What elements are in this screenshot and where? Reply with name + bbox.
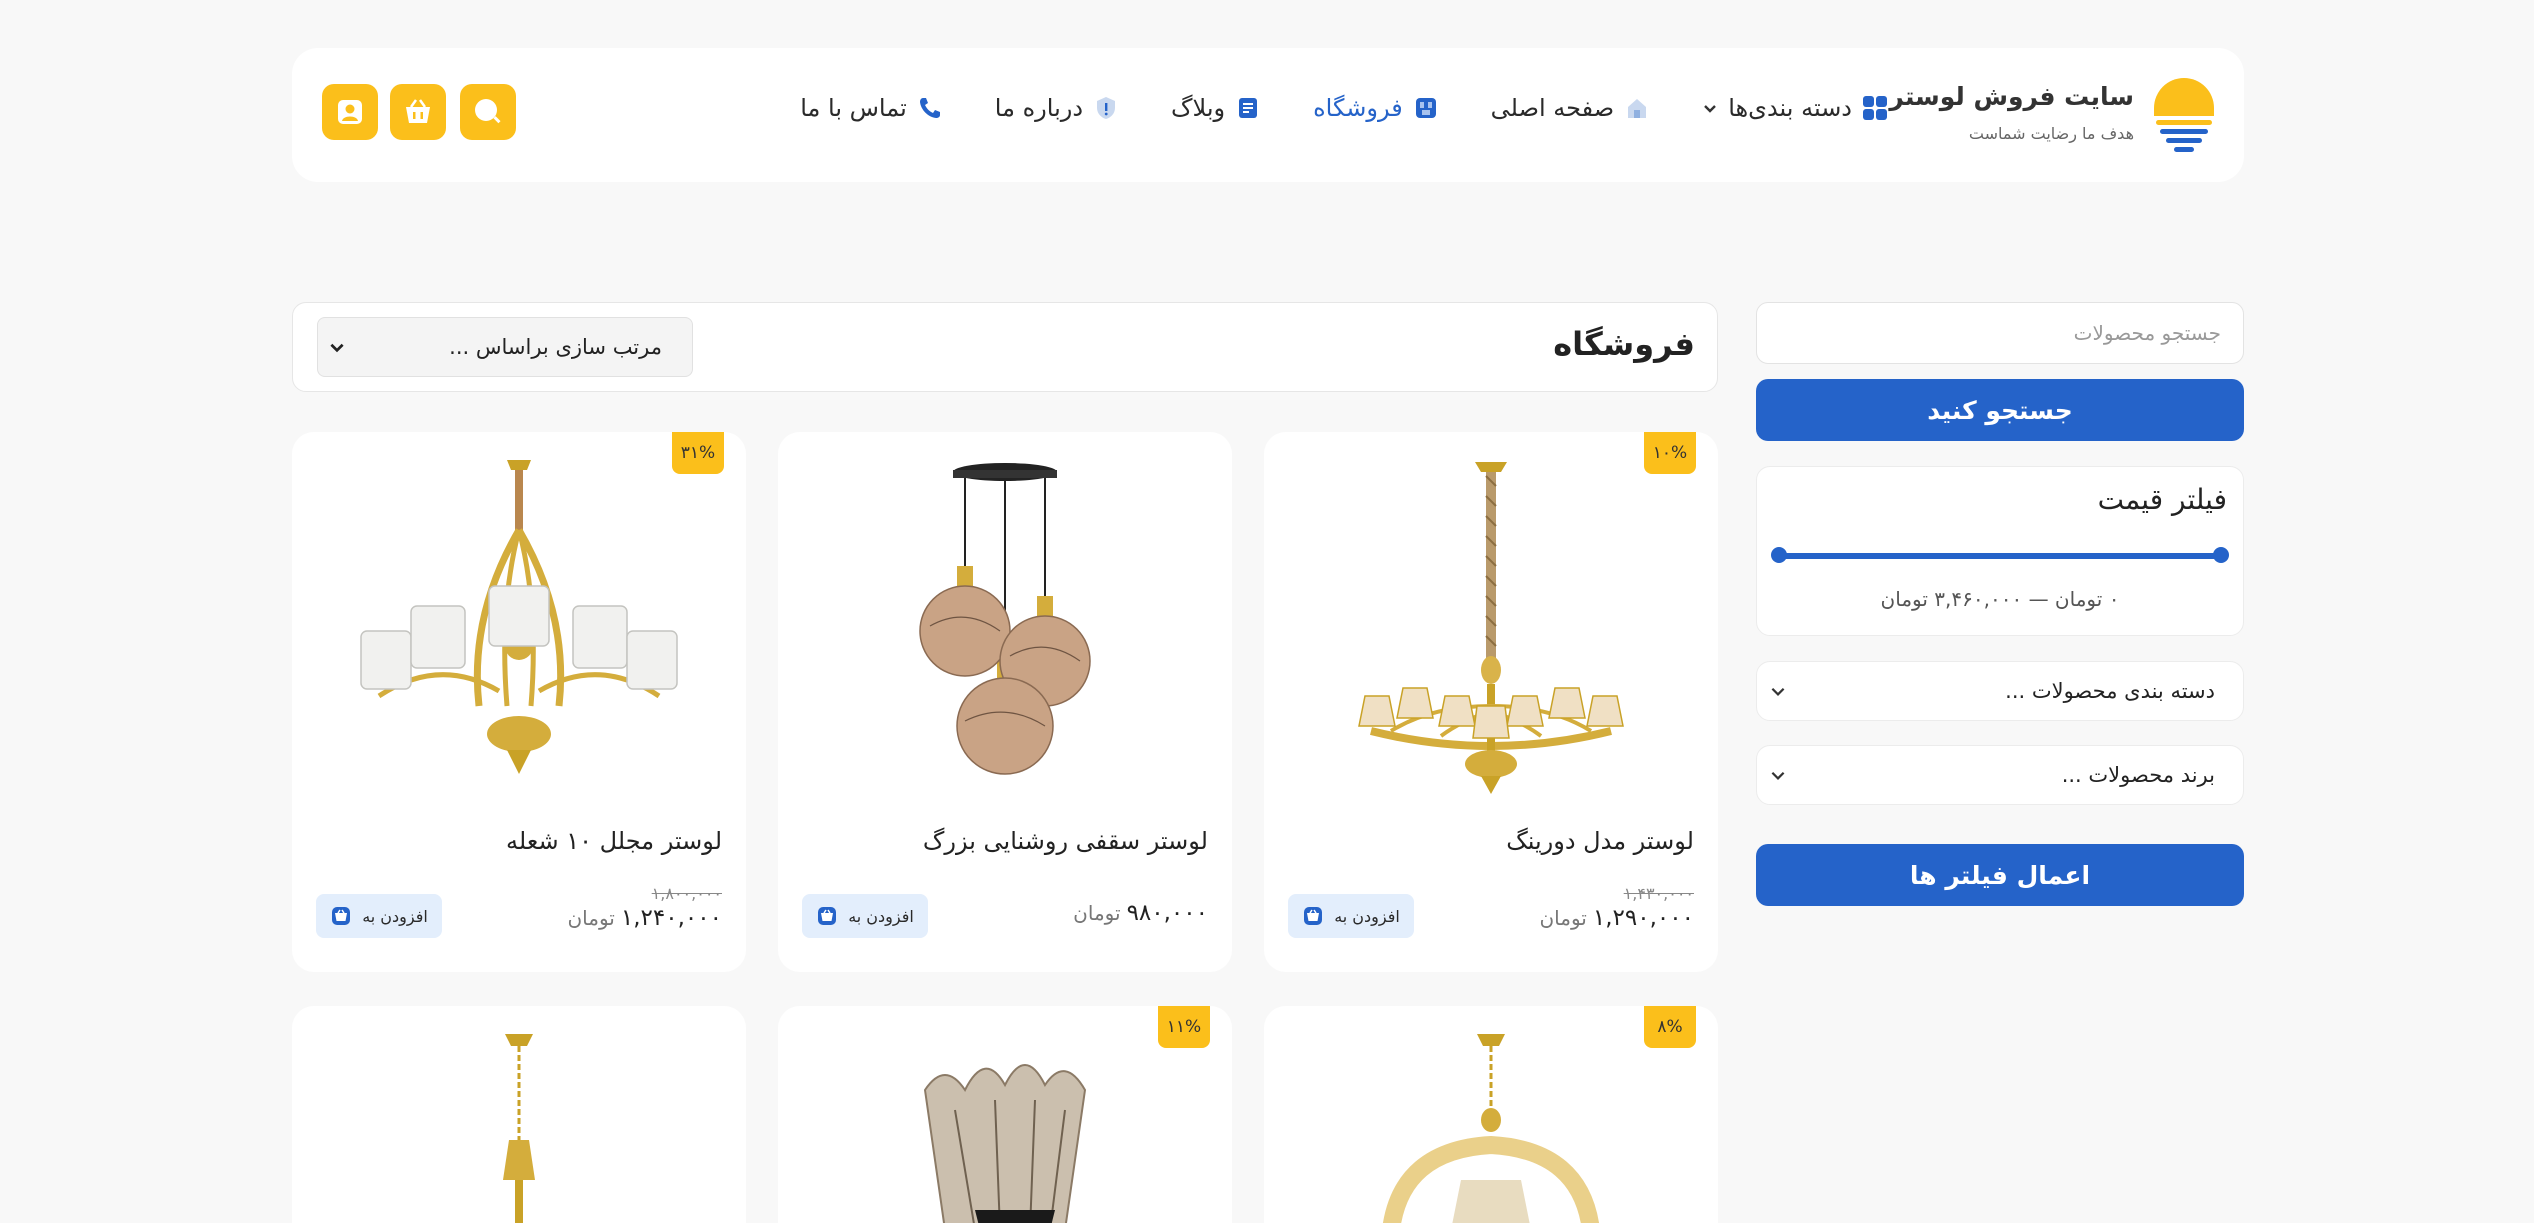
basket-icon xyxy=(332,907,351,925)
price-filter-box: فیلتر قیمت ۰ تومان — ۳,۴۶۰,۰۰۰ تومان xyxy=(1756,466,2244,636)
account-button[interactable] xyxy=(322,84,378,140)
nav-item-shop[interactable]: فروشگاه xyxy=(1313,94,1439,122)
pendant-lamp-image[interactable] xyxy=(825,456,1185,796)
pendant-lamp-image[interactable] xyxy=(825,1030,1185,1223)
category-dropdown[interactable]: دسته بندی محصولات ... xyxy=(1756,661,2244,721)
price-value: ۱,۲۹۰,۰۰۰ xyxy=(1592,905,1694,931)
add-to-cart-button[interactable]: افزودن به xyxy=(316,894,442,938)
nav-label: درباره ما xyxy=(994,94,1084,122)
add-to-cart-label: افزودن به xyxy=(362,906,428,926)
current-price: ۱,۲۹۰,۰۰۰تومان xyxy=(1539,905,1694,931)
old-price: ۱,۸۰۰,۰۰۰ xyxy=(651,884,722,903)
chandelier-image[interactable] xyxy=(339,1030,699,1223)
chandelier-image[interactable] xyxy=(339,456,699,796)
shop-toolbar: فروشگاه مرتب سازی براساس ... xyxy=(292,302,1718,392)
site-header: سایت فروش لوستر هدف ما رضایت شماست دسته … xyxy=(292,48,2244,182)
add-to-cart-label: افزودن به xyxy=(1334,906,1400,926)
category-dropdown-label: دسته بندی محصولات ... xyxy=(2005,679,2215,703)
nav-item-categories[interactable]: دسته بندی‌ها xyxy=(1702,94,1888,122)
brand-tagline: هدف ما رضایت شماست xyxy=(1968,124,2134,143)
price-unit: تومان xyxy=(567,906,615,930)
sort-select-label: مرتب سازی براساس ... xyxy=(449,335,662,359)
blog-icon xyxy=(1239,98,1258,118)
basket-icon xyxy=(1304,907,1323,925)
price-block: ۱,۴۳۰,۰۰۰ ۱,۲۹۰,۰۰۰تومان xyxy=(1539,884,1694,931)
price-value: ۹۸۰,۰۰۰ xyxy=(1126,900,1208,926)
price-range-text: ۰ تومان — ۳,۴۶۰,۰۰۰ تومان xyxy=(1880,587,2120,611)
search-icon xyxy=(475,99,501,124)
product-card[interactable]: ۱۰% لوستر مدل دورینگ ۱,۴۳۰,۰۰۰ ۱,۲۹۰,۰۰۰… xyxy=(1264,432,1718,972)
price-unit: تومان xyxy=(1073,901,1121,925)
basket-icon xyxy=(406,99,430,123)
product-name[interactable]: لوستر مدل دورینگ xyxy=(1506,827,1694,855)
chandelier-image[interactable] xyxy=(1311,456,1671,796)
user-icon xyxy=(338,100,362,124)
home-icon xyxy=(1628,99,1647,118)
current-price: ۹۸۰,۰۰۰تومان xyxy=(1073,900,1208,926)
chevron-down-icon xyxy=(1771,771,1785,780)
price-slider-min-handle[interactable] xyxy=(1771,547,1787,563)
nav-item-about[interactable]: درباره ما xyxy=(995,94,1119,122)
product-card[interactable]: ۳۱% لوستر مجلل ۱۰ شعله ۱,۸۰۰,۰۰۰ ۱,۲۴۰,۰… xyxy=(292,432,746,972)
product-card[interactable]: ۸% xyxy=(1264,1006,1718,1223)
nav-label: تماس با ما xyxy=(800,94,907,122)
nav-label: وبلاگ xyxy=(1171,94,1226,122)
price-block: ۹۸۰,۰۰۰تومان xyxy=(1073,900,1208,926)
add-to-cart-button[interactable]: افزودن به xyxy=(1288,894,1414,938)
brand-title[interactable]: سایت فروش لوستر xyxy=(1889,82,2134,111)
price-slider-max-handle[interactable] xyxy=(2213,547,2229,563)
page-title: فروشگاه xyxy=(1553,325,1695,363)
old-price: ۱,۴۳۰,۰۰۰ xyxy=(1623,884,1694,903)
basket-icon xyxy=(818,907,837,925)
chevron-down-icon xyxy=(1771,687,1785,696)
brand-dropdown[interactable]: برند محصولات ... xyxy=(1756,745,2244,805)
product-card[interactable] xyxy=(292,1006,746,1223)
nav-label: صفحه اصلی xyxy=(1490,94,1615,122)
basket-button[interactable] xyxy=(390,84,446,140)
main-nav: دسته بندی‌ها صفحه اصلی فروشگاه xyxy=(800,94,1888,122)
chevron-down-icon xyxy=(330,343,344,353)
nav-item-home[interactable]: صفحه اصلی xyxy=(1491,94,1651,122)
lightbulb-logo-icon[interactable] xyxy=(2152,76,2216,156)
price-unit: تومان xyxy=(1539,906,1587,930)
shop-icon xyxy=(1415,98,1436,118)
price-block: ۱,۸۰۰,۰۰۰ ۱,۲۴۰,۰۰۰تومان xyxy=(567,884,722,931)
nav-label: دسته بندی‌ها xyxy=(1728,94,1852,122)
chevron-down-icon xyxy=(1704,105,1717,113)
price-slider-track[interactable] xyxy=(1779,553,2221,559)
add-to-cart-label: افزودن به xyxy=(848,906,914,926)
info-icon xyxy=(1097,97,1116,119)
search-submit-button[interactable]: جستجو کنید xyxy=(1756,379,2244,441)
nav-item-blog[interactable]: وبلاگ xyxy=(1171,94,1261,122)
product-card[interactable]: لوستر سقفی روشنایی بزرگ ۹۸۰,۰۰۰تومان افز… xyxy=(778,432,1232,972)
apply-filters-button[interactable]: اعمال فیلتر ها xyxy=(1756,844,2244,906)
price-filter-title: فیلتر قیمت xyxy=(2097,483,2227,516)
current-price: ۱,۲۴۰,۰۰۰تومان xyxy=(567,905,722,931)
grid-icon xyxy=(1863,96,1887,120)
nav-label: فروشگاه xyxy=(1313,94,1403,122)
phone-icon xyxy=(919,98,940,118)
add-to-cart-button[interactable]: افزودن به xyxy=(802,894,928,938)
search-button[interactable] xyxy=(460,84,516,140)
nav-item-contact[interactable]: تماس با ما xyxy=(800,94,943,122)
product-card[interactable]: ۱۱% xyxy=(778,1006,1232,1223)
chandelier-image[interactable] xyxy=(1311,1030,1671,1223)
product-name[interactable]: لوستر سقفی روشنایی بزرگ xyxy=(923,827,1208,855)
brand-dropdown-label: برند محصولات ... xyxy=(2061,763,2215,787)
product-name[interactable]: لوستر مجلل ۱۰ شعله xyxy=(506,827,722,855)
price-value: ۱,۲۴۰,۰۰۰ xyxy=(620,905,722,931)
sort-select[interactable]: مرتب سازی براساس ... xyxy=(317,317,693,377)
product-search-input[interactable] xyxy=(1756,302,2244,364)
